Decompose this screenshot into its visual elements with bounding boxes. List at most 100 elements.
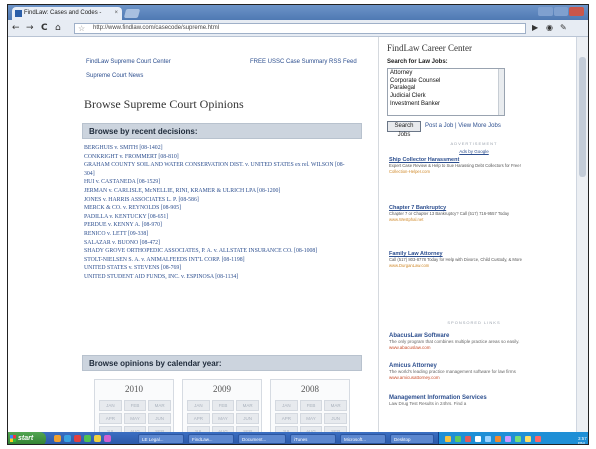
home-icon[interactable]: ⌂ — [55, 23, 61, 33]
ad-item: Chapter 7 Bankruptcy Chapter 7 or Chapter… — [389, 205, 529, 222]
page-title: Browse Supreme Court Opinions — [84, 97, 244, 111]
supreme-court-center-link[interactable]: FindLaw Supreme Court Center — [86, 59, 171, 65]
close-tab-icon[interactable]: × — [114, 10, 118, 16]
start-button[interactable]: start — [8, 432, 46, 444]
tray-icon[interactable] — [485, 436, 491, 442]
month-cell: JUN — [236, 413, 259, 424]
case-link[interactable]: UNITED STATES v. STEVENS [08-769] — [84, 264, 374, 273]
url-text: http://www.findlaw.com/casecode/supreme.… — [93, 25, 220, 31]
sponsored-body: Law Drug Test Results in 24hrs. Find a — [389, 401, 467, 406]
case-link[interactable]: SALAZAR v. BUONO [08-472] — [84, 239, 374, 248]
address-bar[interactable]: ☆ http://www.findlaw.com/casecode/suprem… — [74, 23, 526, 34]
calendar-year-header: Browse opinions by calendar year: — [82, 355, 362, 371]
browser-tab[interactable]: FindLaw: Cases and Codes - × — [12, 7, 122, 20]
job-option[interactable]: Investment Banker — [390, 101, 502, 109]
quicklaunch-icon[interactable] — [84, 435, 91, 442]
quicklaunch-icon[interactable] — [94, 435, 101, 442]
tab-strip: FindLaw: Cases and Codes - × — [8, 5, 588, 20]
tray-icon[interactable] — [535, 436, 541, 442]
case-link[interactable]: PADILLA v. KENTUCKY [08-651] — [84, 213, 374, 222]
tray-icon[interactable] — [515, 436, 521, 442]
case-link[interactable]: HUI v. CASTANEDA [08-1529] — [84, 178, 374, 187]
year-label[interactable]: 2010 — [95, 384, 173, 394]
new-tab-button[interactable] — [123, 9, 141, 18]
sponsored-url[interactable]: www.amicusattorney.com — [389, 375, 559, 380]
case-link[interactable]: CONKRIGHT v. FROMMERT [08-810] — [84, 153, 374, 162]
month-cell: JAN — [99, 400, 122, 411]
forward-icon[interactable]: → — [26, 23, 34, 33]
ad-url[interactable]: www.Westphal.net — [389, 217, 529, 222]
taskbar-window-button[interactable]: LE Legal... — [138, 434, 184, 444]
job-option[interactable]: Paralegal — [390, 85, 502, 93]
month-cell: MAR — [148, 400, 171, 411]
case-link[interactable]: SHADY GROVE ORTHOPEDIC ASSOCIATES, P. A.… — [84, 247, 374, 256]
taskbar: start LE Legal... FindLaw... Document... iT… — [8, 432, 588, 445]
year-label[interactable]: 2008 — [271, 384, 349, 394]
taskbar-window-button[interactable]: Document... — [238, 434, 286, 444]
case-link[interactable]: MERCK & CO. v. REYNOLDS [08-905] — [84, 204, 374, 213]
tray-icon[interactable] — [495, 436, 501, 442]
calendar-years: 2010 JAN FEB MAR APR MAY JUN JUL AUG SEP 2009 JAN FE… — [94, 379, 354, 432]
taskbar-window-button[interactable]: Microsoft... — [340, 434, 386, 444]
job-category-select[interactable]: Attorney Corporate Counsel Paralegal Judici… — [387, 68, 505, 116]
quicklaunch-icon[interactable] — [54, 435, 61, 442]
case-link[interactable]: JONES v. HARRIS ASSOCIATES L. P. [08-586… — [84, 196, 374, 205]
job-option[interactable]: Attorney — [390, 70, 502, 78]
reload-icon[interactable]: C — [41, 23, 48, 33]
case-link[interactable]: JERMAN v. CARLISLE, McNELLIE, RINI, KRAM… — [84, 187, 374, 196]
taskbar-window-button[interactable]: Desktop — [390, 434, 434, 444]
scrollbar-thumb[interactable] — [579, 57, 586, 177]
taskbar-window-button[interactable]: FindLaw... — [188, 434, 234, 444]
quicklaunch-icon[interactable] — [64, 435, 71, 442]
job-option[interactable]: Corporate Counsel — [390, 78, 502, 86]
tray-icon[interactable] — [525, 436, 531, 442]
quicklaunch-icon[interactable] — [104, 435, 111, 442]
tray-icon[interactable] — [475, 436, 481, 442]
post-job-links[interactable]: Post a Job | View More Jobs — [425, 123, 501, 129]
ad-url[interactable]: Collection-Helper.com — [389, 169, 529, 174]
sponsored-item: AbacusLaw Software The only program that … — [389, 333, 559, 350]
supreme-court-news-link[interactable]: Supreme Court News — [86, 73, 143, 79]
go-arrow-icon[interactable]: ▶ — [532, 23, 538, 32]
year-label[interactable]: 2009 — [183, 384, 261, 394]
back-icon[interactable]: ← — [12, 23, 20, 33]
findlaw-favicon-icon — [15, 10, 22, 17]
case-link[interactable]: PERDUE v. KENNY A. [08-970] — [84, 221, 374, 230]
case-link[interactable]: BERGHUIS v. SMITH [08-1402] — [84, 144, 374, 153]
clock: 3:57 PM — [578, 436, 587, 445]
page-menu-icon[interactable]: ◉ — [546, 23, 553, 32]
case-link[interactable]: UNITED STUDENT AID FUNDS, INC. v. ESPINO… — [84, 273, 374, 282]
month-grid: JAN FEB MAR APR MAY JUN JUL AUG SEP — [99, 400, 171, 432]
ad-url[interactable]: www.DurganLaw.com — [389, 263, 529, 268]
case-link[interactable]: RENICO v. LETT [09-338] — [84, 230, 374, 239]
case-link-continuation[interactable]: 304] — [84, 170, 374, 179]
month-cell: APR — [275, 413, 298, 424]
ads-by-google-link[interactable]: Ads by Google — [379, 149, 569, 154]
tray-icon[interactable] — [445, 436, 451, 442]
quicklaunch-icon[interactable] — [74, 435, 81, 442]
case-link[interactable]: GRAHAM COUNTY SOIL AND WATER CONSERVATIO… — [84, 161, 374, 170]
sponsored-url[interactable]: www.abacuslaw.com — [389, 345, 559, 350]
case-link[interactable]: STOLT-NIELSEN S. A. v. ANIMALFEEDS INT'L… — [84, 256, 374, 265]
tools-menu-icon[interactable]: ✎ — [560, 23, 567, 32]
search-jobs-button[interactable]: Search Jobs — [387, 121, 421, 138]
sidebar: FindLaw Career Center Search for Law Job… — [378, 37, 568, 432]
sponsored-item: Management Information Services Law Drug … — [389, 395, 559, 407]
job-option[interactable]: Judicial Clerk — [390, 93, 502, 101]
month-cell: APR — [99, 413, 122, 424]
maximize-button[interactable] — [553, 7, 569, 16]
tray-icon[interactable] — [465, 436, 471, 442]
bookmark-star-icon[interactable]: ☆ — [78, 24, 85, 33]
ad-item: Ship Collector Harassment Expert Case Rev… — [389, 157, 529, 174]
tray-icon[interactable] — [505, 436, 511, 442]
tray-icon[interactable] — [455, 436, 461, 442]
month-cell: JUN — [148, 413, 171, 424]
close-window-button[interactable] — [569, 7, 585, 16]
month-grid: JAN FEB MAR APR MAY JUN JUL AUG SEP — [187, 400, 259, 432]
rss-feed-link[interactable]: FREE USSC Case Summary RSS Feed — [250, 59, 357, 65]
select-scrollbar[interactable] — [498, 69, 504, 115]
minimize-button[interactable] — [538, 7, 553, 16]
ad-body: Call (517) 803-8778 Today for Help with … — [389, 257, 522, 262]
taskbar-window-button[interactable]: iTunes — [290, 434, 336, 444]
page-scrollbar[interactable] — [576, 37, 588, 432]
